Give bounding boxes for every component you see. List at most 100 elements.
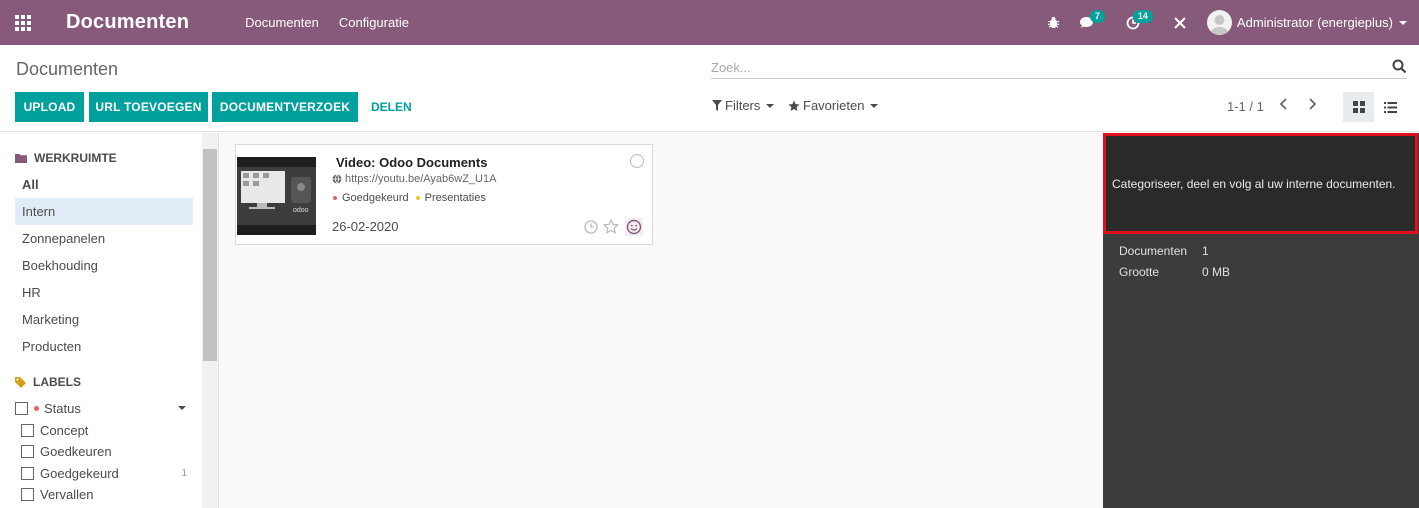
stat-label: Documenten <box>1119 244 1188 258</box>
thumbnail-logo-text: odoo <box>293 207 309 214</box>
document-url-text: https://youtu.be/Ayab6wZ_U1A <box>345 173 497 185</box>
card-actions <box>584 218 643 239</box>
status-dot <box>34 405 39 411</box>
top-navbar: Documenten Documenten Configuratie 7 14 … <box>0 0 1419 45</box>
folder-item-all[interactable]: All <box>15 171 193 198</box>
pager-value: 1-1 / 1 <box>1227 99 1264 114</box>
kanban-area: odoo Video: Odoo Documents https://youtu… <box>220 133 1103 508</box>
labels-title: LABELS <box>33 375 81 389</box>
search-bar <box>711 57 1407 79</box>
apps-menu-icon[interactable] <box>0 0 46 45</box>
breadcrumb: Documenten <box>16 59 119 79</box>
tag-icon <box>15 376 26 388</box>
favorites-dropdown[interactable]: Favorieten <box>788 98 879 113</box>
pager-next-icon[interactable] <box>1307 97 1317 114</box>
avatar <box>1206 10 1232 35</box>
sidebar-scrollbar-thumb[interactable] <box>203 149 217 361</box>
tag-item-goedgekeurd[interactable]: Goedgekeurd 1 <box>21 463 190 483</box>
document-date: 26-02-2020 <box>332 219 399 234</box>
stat-size: Grootte 0 MB <box>1119 265 1230 279</box>
document-tag: Goedgekeurd <box>342 192 409 204</box>
tag-checkbox[interactable] <box>21 466 34 480</box>
tag-label: Goedgekeurd <box>40 465 119 481</box>
star-icon <box>788 100 800 111</box>
tag-count: 1 <box>181 467 187 479</box>
add-url-button[interactable]: URL TOEVOEGEN <box>89 92 208 122</box>
search-icon[interactable] <box>1392 59 1407 77</box>
kanban-view-button[interactable] <box>1343 92 1374 122</box>
stat-value: 0 MB <box>1202 265 1231 279</box>
folder-item-intern[interactable]: Intern <box>15 198 193 225</box>
tools-icon[interactable] <box>1171 0 1189 45</box>
tag-checkbox[interactable] <box>21 423 34 437</box>
tag-checkbox[interactable] <box>21 487 34 501</box>
folder-item-zonnepanelen[interactable]: Zonnepanelen <box>15 225 193 252</box>
owner-avatar-icon[interactable] <box>625 218 643 239</box>
folder-item-producten[interactable]: Producten <box>15 333 193 360</box>
chevron-down-icon <box>1399 20 1407 25</box>
document-card[interactable]: odoo Video: Odoo Documents https://youtu… <box>235 144 653 245</box>
document-tags: Goedgekeurd Presentaties <box>333 192 486 204</box>
list-view-button[interactable] <box>1375 92 1406 122</box>
tag-label: Vervallen <box>40 486 94 502</box>
chevron-down-icon <box>766 103 775 108</box>
stat-label: Grootte <box>1119 265 1160 279</box>
tag-dot <box>415 196 420 200</box>
document-title: Video: Odoo Documents <box>336 155 488 170</box>
tag-label: Goedkeuren <box>40 443 112 459</box>
tag-dot <box>333 196 337 200</box>
document-thumbnail: odoo <box>237 157 316 235</box>
tag-label: Concept <box>40 422 89 438</box>
list-icon <box>1384 101 1397 113</box>
workspace-sidebar: WERKRUIMTE All Intern Zonnepanelen Boekh… <box>0 133 219 508</box>
chevron-down-icon[interactable] <box>178 406 186 410</box>
help-message: Categoriseer, deel en volg al uw interne… <box>1112 176 1396 191</box>
tag-item-vervallen[interactable]: Vervallen <box>21 484 190 504</box>
user-menu[interactable]: Administrator (energieplus) <box>1206 0 1407 45</box>
upload-button[interactable]: UPLOAD <box>15 92 84 122</box>
favorites-label: Favorieten <box>803 98 865 113</box>
filters-label: Filters <box>725 98 761 113</box>
folder-item-hr[interactable]: HR <box>15 279 193 306</box>
status-checkbox[interactable] <box>15 401 28 415</box>
document-tag: Presentaties <box>424 192 486 204</box>
activity-clock-icon[interactable]: 14 <box>1121 0 1157 45</box>
folder-item-marketing[interactable]: Marketing <box>15 306 193 333</box>
filter-icon <box>712 100 722 111</box>
workspace-heading: WERKRUIMTE <box>15 151 117 165</box>
folder-item-boekhouding[interactable]: Boekhouding <box>15 252 193 279</box>
app-title: Documenten <box>66 11 190 33</box>
stat-value: 1 <box>1202 244 1209 258</box>
menu-configuratie[interactable]: Configuratie <box>339 15 409 30</box>
tag-item-goedkeuren[interactable]: Goedkeuren <box>21 441 190 461</box>
document-inspector: Categoriseer, deel en volg al uw interne… <box>1103 133 1419 508</box>
search-input[interactable] <box>711 57 1371 77</box>
menu-documenten[interactable]: Documenten <box>245 15 319 30</box>
favorite-star-icon[interactable] <box>602 218 620 238</box>
status-label: Status <box>44 400 81 416</box>
workspace-title: WERKRUIMTE <box>34 151 117 165</box>
pager-previous-icon[interactable] <box>1279 97 1289 114</box>
status-facet[interactable]: Status <box>15 398 190 418</box>
chat-badge: 7 <box>1089 10 1105 23</box>
debug-bug-icon[interactable] <box>1045 0 1063 45</box>
share-button[interactable]: DELEN <box>371 92 412 122</box>
tag-item-concept[interactable]: Concept <box>21 420 190 440</box>
document-request-button[interactable]: DOCUMENTVERZOEK <box>212 92 358 122</box>
document-url[interactable]: https://youtu.be/Ayab6wZ_U1A <box>332 173 496 185</box>
globe-icon <box>332 174 342 184</box>
chat-icon[interactable]: 7 <box>1077 0 1107 45</box>
control-panel: Documenten UPLOAD URL TOEVOEGEN DOCUMENT… <box>0 45 1419 132</box>
folder-icon <box>15 153 27 163</box>
user-name: Administrator (energieplus) <box>1236 15 1393 30</box>
chevron-down-icon <box>870 103 879 108</box>
activity-badge: 14 <box>1132 10 1153 23</box>
tag-checkbox[interactable] <box>21 444 34 458</box>
kanban-grid-icon <box>1352 101 1365 113</box>
stat-documents: Documenten 1 <box>1119 244 1209 258</box>
help-message-box: Categoriseer, deel en volg al uw interne… <box>1103 133 1418 234</box>
clock-icon[interactable] <box>584 220 598 237</box>
select-circle[interactable] <box>630 154 644 168</box>
filters-dropdown[interactable]: Filters <box>712 98 775 113</box>
labels-heading: LABELS <box>15 375 81 389</box>
